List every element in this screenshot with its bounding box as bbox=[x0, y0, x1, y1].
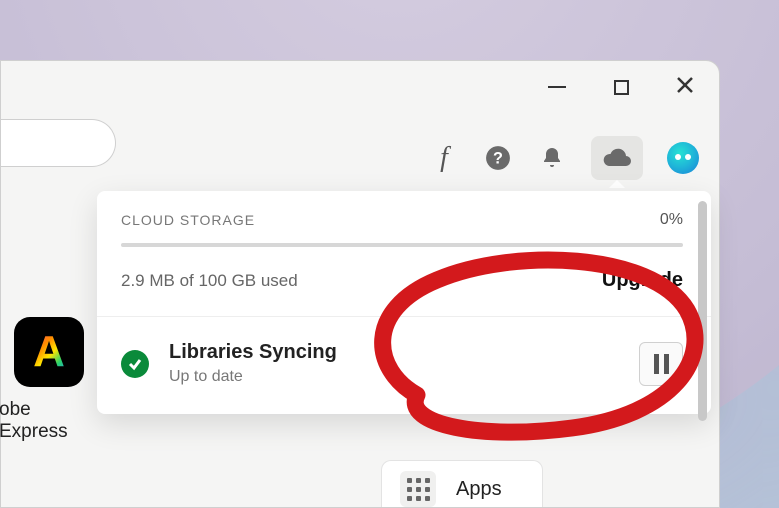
search-input[interactable] bbox=[1, 119, 116, 167]
maximize-button[interactable] bbox=[607, 73, 635, 101]
cloud-icon bbox=[601, 146, 633, 170]
sync-title: Libraries Syncing bbox=[169, 341, 619, 364]
upgrade-link[interactable]: Upgrade bbox=[602, 269, 683, 292]
app-tile-adobe-express[interactable]: A obe Express bbox=[9, 317, 89, 443]
panel-scrollbar-thumb[interactable] bbox=[698, 201, 707, 421]
storage-used-text: 2.9 MB of 100 GB used bbox=[121, 271, 298, 291]
app-tile-label: obe Express bbox=[0, 399, 89, 443]
close-button[interactable] bbox=[671, 73, 699, 101]
pause-icon-bar bbox=[654, 354, 659, 374]
panel-scrollbar[interactable] bbox=[701, 191, 711, 414]
maximize-icon bbox=[614, 80, 629, 95]
profile-avatar[interactable] bbox=[667, 142, 699, 174]
help-icon[interactable]: ? bbox=[483, 143, 513, 173]
apps-grid-icon bbox=[400, 471, 436, 507]
app-window: f ? A obe Express CLOUD STORAGE 0% 2.9 M… bbox=[0, 60, 720, 508]
minimize-icon bbox=[548, 86, 566, 88]
storage-section: CLOUD STORAGE 0% 2.9 MB of 100 GB used U… bbox=[97, 191, 711, 317]
apps-switcher[interactable]: Apps bbox=[381, 460, 543, 507]
notifications-icon[interactable] bbox=[537, 143, 567, 173]
apps-switcher-label: Apps bbox=[456, 478, 502, 501]
sync-text: Libraries Syncing Up to date bbox=[169, 341, 619, 386]
pause-sync-button[interactable] bbox=[639, 342, 683, 386]
sync-status-text: Up to date bbox=[169, 368, 619, 386]
window-controls bbox=[543, 73, 699, 101]
sync-status-check-icon bbox=[121, 350, 149, 378]
fonts-icon[interactable]: f bbox=[429, 143, 459, 173]
sync-section: Libraries Syncing Up to date bbox=[97, 317, 711, 414]
cloud-storage-panel: CLOUD STORAGE 0% 2.9 MB of 100 GB used U… bbox=[97, 191, 711, 414]
cloud-sync-button[interactable] bbox=[591, 136, 643, 180]
minimize-button[interactable] bbox=[543, 73, 571, 101]
header-toolbar: f ? bbox=[429, 136, 699, 180]
storage-heading: CLOUD STORAGE bbox=[121, 212, 255, 228]
storage-percent: 0% bbox=[660, 211, 683, 229]
pause-icon-bar bbox=[664, 354, 669, 374]
adobe-express-icon: A bbox=[14, 317, 84, 387]
storage-progress-bar bbox=[121, 243, 683, 247]
adobe-express-letter: A bbox=[33, 327, 65, 377]
close-icon bbox=[676, 76, 694, 99]
svg-text:?: ? bbox=[493, 149, 503, 167]
